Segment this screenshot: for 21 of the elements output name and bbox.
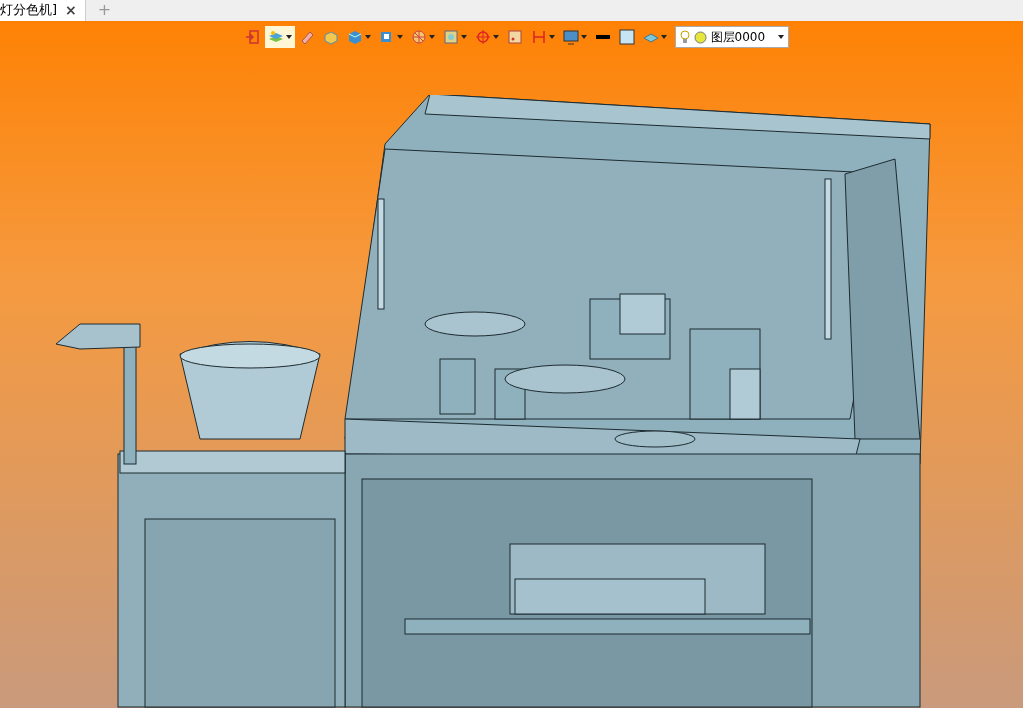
lightbulb-icon [679,30,690,44]
caret-icon[interactable] [460,35,467,39]
frame-icon[interactable] [506,29,523,45]
caret-icon[interactable] [660,35,667,39]
circle-icon [693,30,707,44]
caret-icon[interactable] [428,35,435,39]
exit-icon[interactable] [244,29,261,45]
close-button[interactable]: × [65,3,77,17]
caret-icon[interactable] [396,35,403,39]
caret-icon[interactable] [580,35,587,39]
caret-icon[interactable] [777,35,784,39]
section-icon[interactable] [410,29,427,45]
caret-icon[interactable] [364,35,371,39]
color-swatch-icon[interactable] [618,29,635,45]
document-tab[interactable]: 灯分色机] × [0,0,86,21]
layer-dropdown[interactable]: 图层0000 [674,26,789,48]
cube-icon[interactable] [322,29,339,45]
caret-icon[interactable] [548,35,555,39]
caret-icon[interactable] [285,35,292,39]
layers-icon [267,29,284,45]
caret-icon[interactable] [492,35,499,39]
